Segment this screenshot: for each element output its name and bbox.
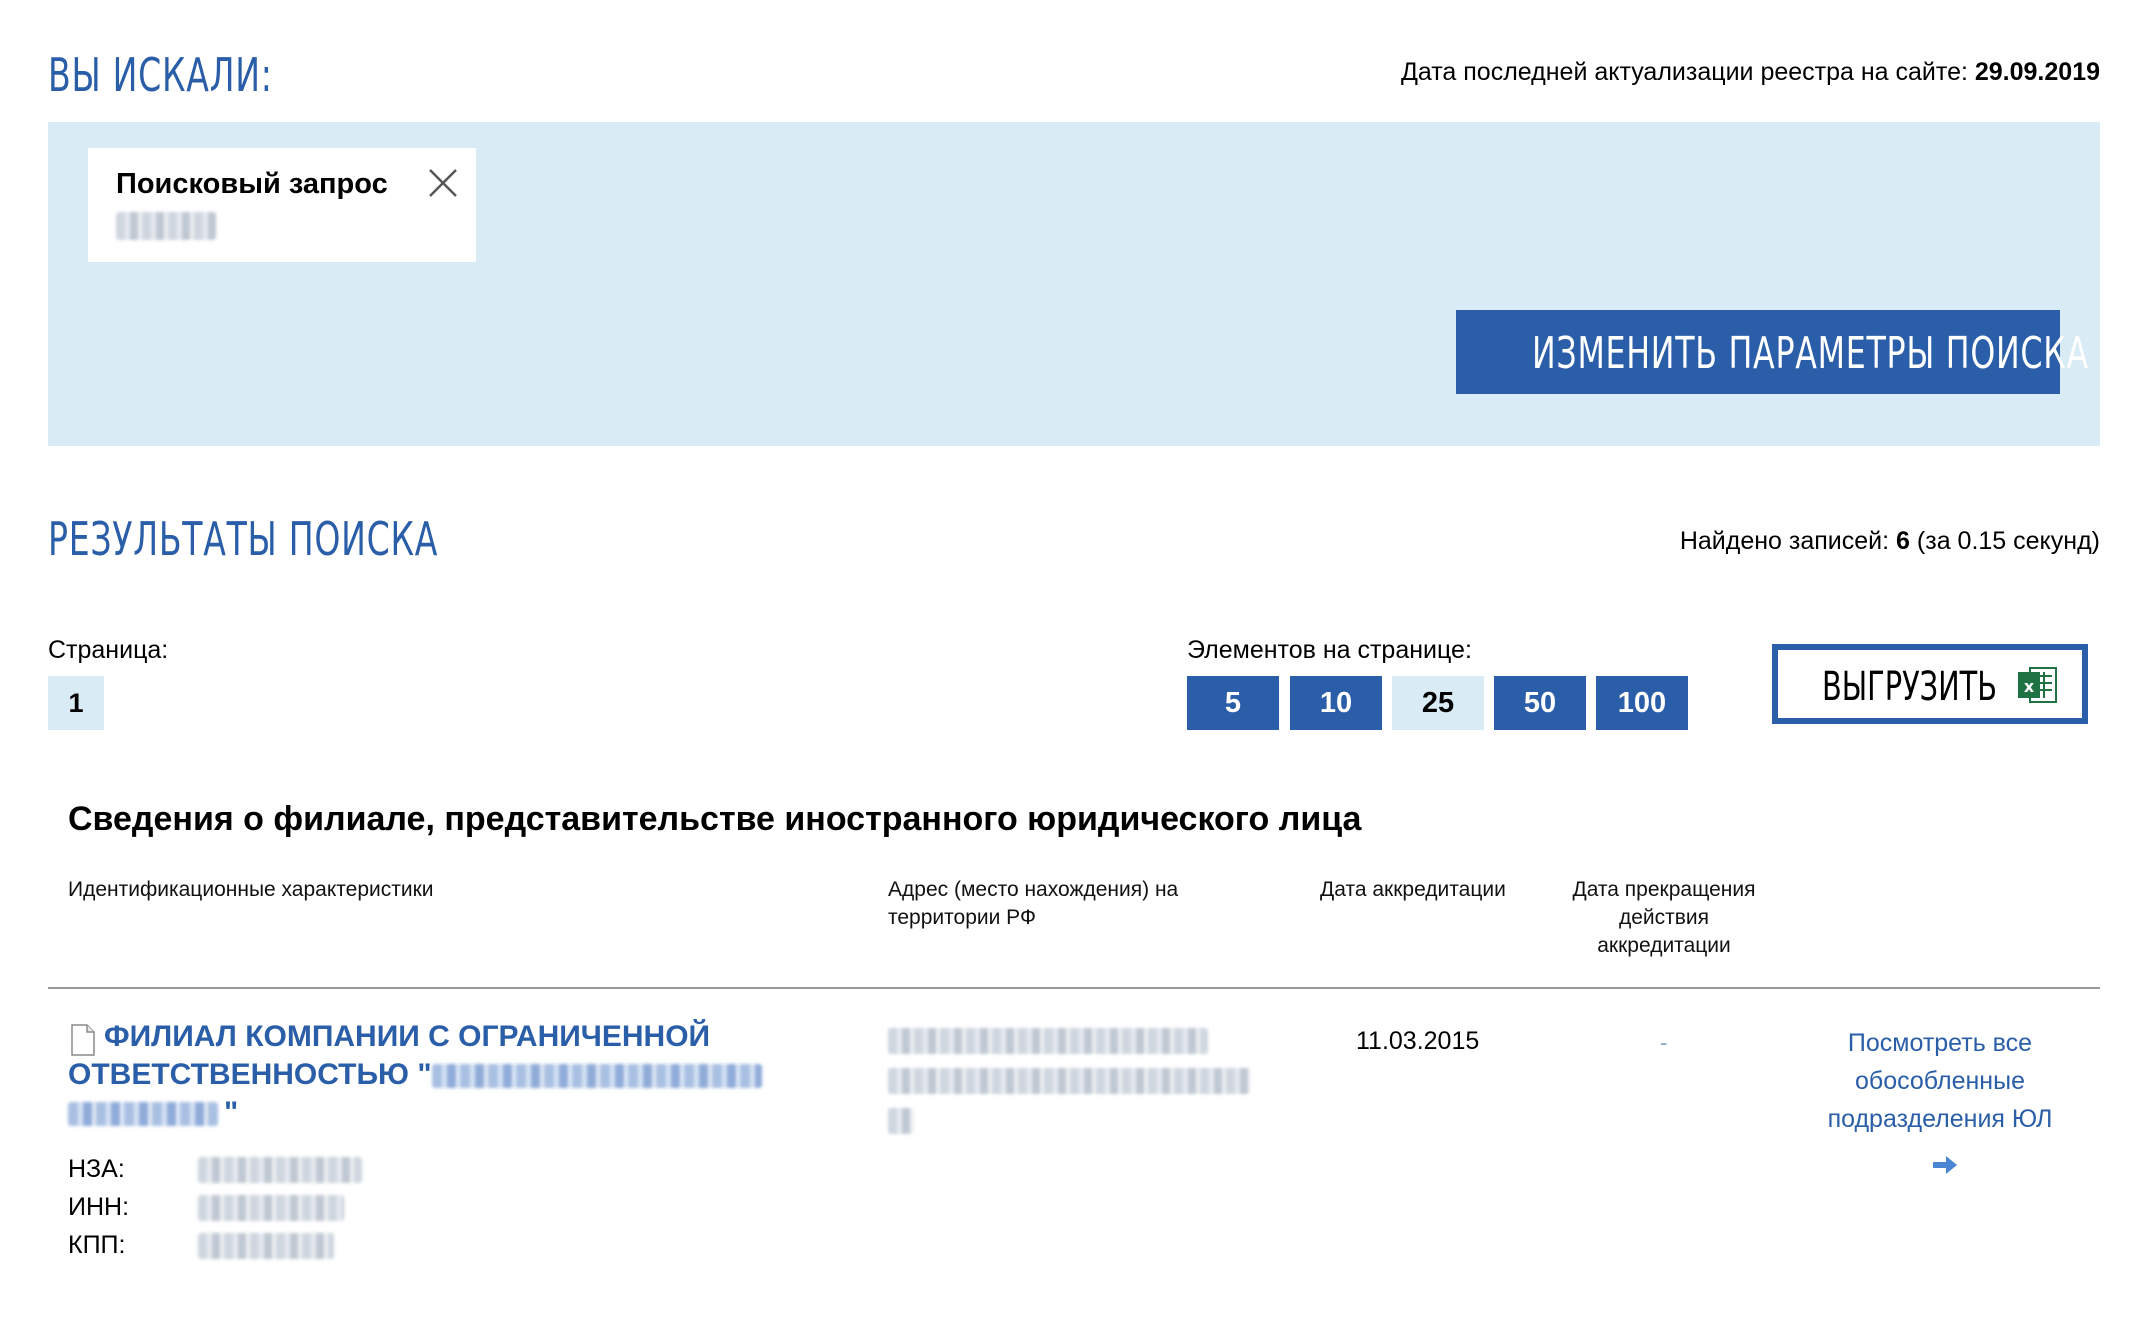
searched-title: ВЫ ИСКАЛИ: [48, 48, 273, 102]
excel-icon: x [2016, 664, 2058, 706]
company-name-link[interactable]: ФИЛИАЛ КОМПАНИИ С ОГРАНИЧЕННОЙ ОТВЕТСТВЕ… [68, 1018, 788, 1132]
nza-value-redacted [198, 1157, 362, 1183]
section-title: Сведения о филиале, представительстве ин… [68, 800, 1362, 838]
found-count: 6 [1896, 527, 1910, 555]
column-header-address: Адрес (место нахождения) на территории Р… [888, 878, 1179, 929]
view-all-label: Посмотреть все обособленные подразделени… [1827, 1029, 2053, 1133]
search-query-value-redacted [116, 212, 216, 240]
update-label: Дата последней актуализации реестра на с… [1400, 58, 1968, 86]
accreditation-date: 11.03.2015 [1356, 1027, 1480, 1055]
company-name-suffix: " [224, 1096, 239, 1129]
table-divider [48, 987, 2100, 989]
per-page-option-25[interactable]: 25 [1392, 676, 1484, 730]
per-page-option-5[interactable]: 5 [1187, 676, 1279, 730]
search-query-chip [88, 148, 476, 262]
per-page-option-50[interactable]: 50 [1494, 676, 1586, 730]
change-search-params-label: ИЗМЕНИТЬ ПАРАМЕТРЫ ПОИСКА [1532, 328, 2089, 379]
page-button-current[interactable]: 1 [48, 676, 104, 730]
address-redacted-line-2 [888, 1068, 1250, 1094]
export-excel-button[interactable]: ВЫГРУЗИТЬ x [1772, 644, 2088, 724]
inn-label: ИНН: [68, 1193, 130, 1221]
kpp-value-redacted [198, 1233, 334, 1259]
termination-date: - [1660, 1030, 1668, 1055]
view-all-subdivisions-link[interactable]: Посмотреть все обособленные подразделени… [1820, 1024, 2060, 1176]
inn-value-redacted [198, 1195, 344, 1221]
address-redacted-line-1 [888, 1028, 1208, 1054]
page-label: Страница: [48, 636, 169, 664]
found-records-info: Найдено записей: 6 (за 0.15 секунд) [1680, 527, 2100, 556]
registry-update-info: Дата последней актуализации реестра на с… [1401, 58, 2100, 87]
per-page-label: Элементов на странице: [1187, 636, 1472, 664]
per-page-option-100[interactable]: 100 [1596, 676, 1688, 730]
company-name-redacted-2 [68, 1102, 218, 1127]
svg-text:x: x [2024, 677, 2035, 696]
column-header-termination-date: Дата прекращения действия аккредитации [1572, 878, 1756, 957]
company-name-redacted [431, 1064, 762, 1089]
export-label: ВЫГРУЗИТЬ [1822, 664, 1998, 710]
kpp-label: КПП: [68, 1231, 126, 1259]
arrow-right-icon [1932, 1148, 1958, 1175]
column-header-ident: Идентификационные характеристики [68, 878, 434, 901]
found-time: (за 0.15 секунд) [1916, 527, 2100, 555]
change-search-params-button[interactable]: ИЗМЕНИТЬ ПАРАМЕТРЫ ПОИСКА [1456, 310, 2088, 394]
column-header-accreditation-date: Дата аккредитации [1320, 878, 1506, 901]
found-label: Найдено записей: [1679, 527, 1890, 555]
address-redacted-line-3 [888, 1108, 914, 1134]
per-page-option-10[interactable]: 10 [1290, 676, 1382, 730]
update-date: 29.09.2019 [1974, 58, 2100, 86]
nza-label: НЗА: [68, 1155, 125, 1183]
search-query-label: Поисковый запрос [116, 168, 388, 200]
close-icon[interactable] [426, 166, 460, 200]
results-title: РЕЗУЛЬТАТЫ ПОИСКА [48, 512, 439, 566]
